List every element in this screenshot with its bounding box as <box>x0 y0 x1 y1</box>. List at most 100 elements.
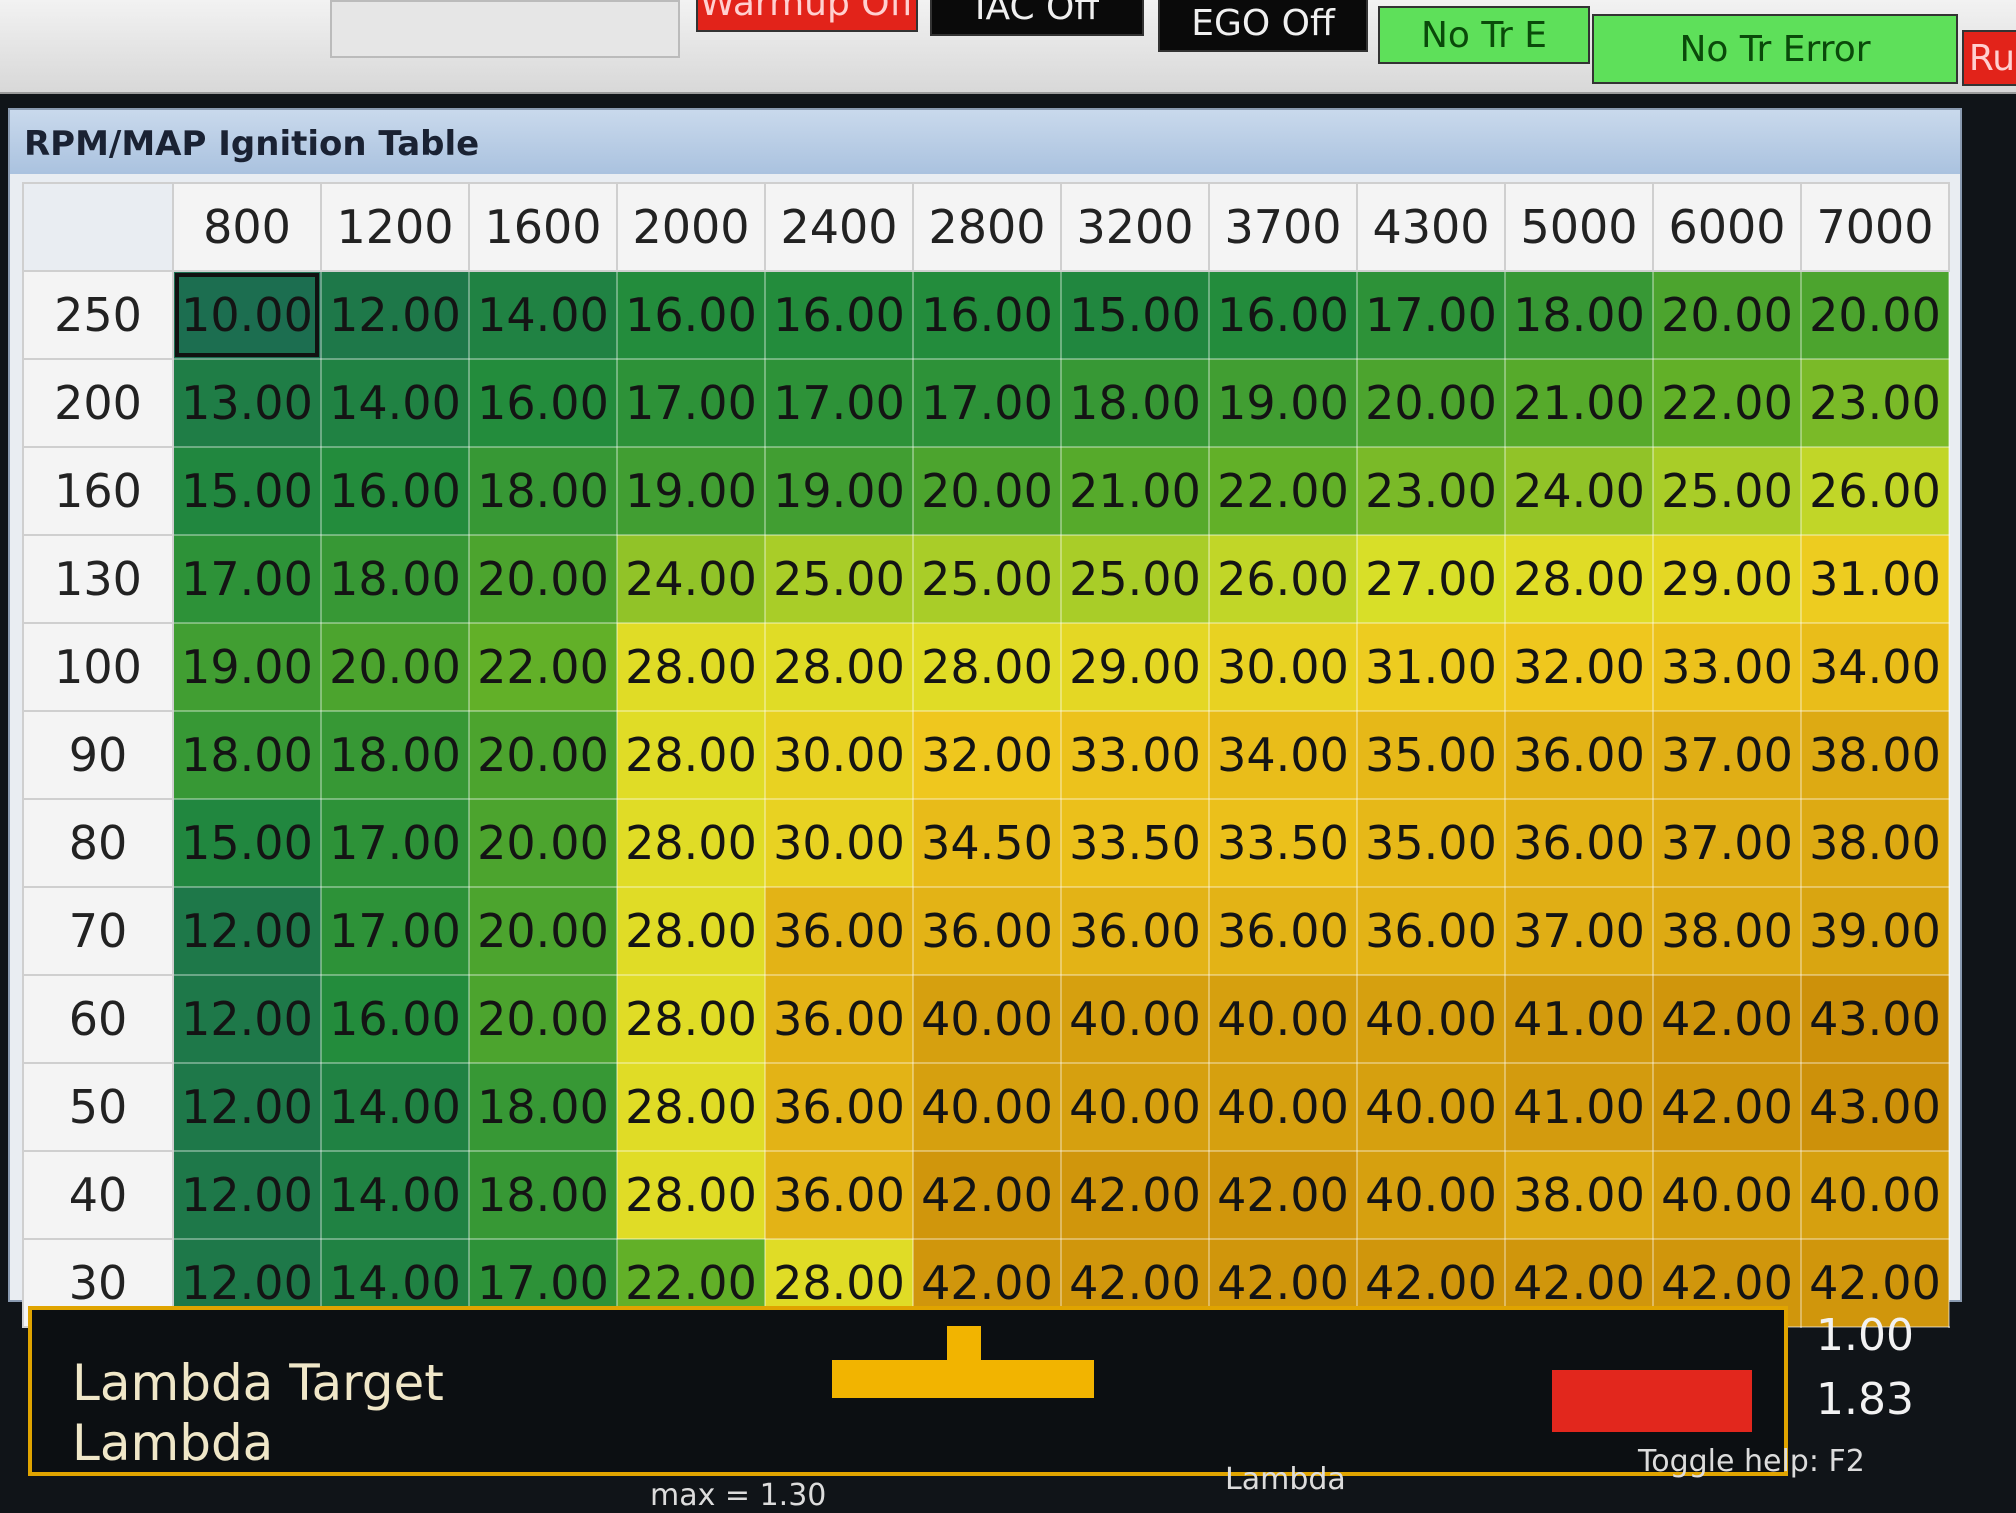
ignition-cell[interactable]: 36.00 <box>764 1062 914 1152</box>
ignition-cell[interactable]: 28.00 <box>616 886 766 976</box>
ignition-cell[interactable]: 28.00 <box>912 622 1062 712</box>
ignition-cell[interactable]: 24.00 <box>616 534 766 624</box>
ignition-cell[interactable]: 16.00 <box>468 358 618 448</box>
ignition-cell[interactable]: 12.00 <box>172 974 322 1064</box>
ignition-cell[interactable]: 18.00 <box>468 1150 618 1240</box>
ignition-cell[interactable]: 23.00 <box>1356 446 1506 536</box>
ignition-cell[interactable]: 15.00 <box>172 446 322 536</box>
ignition-cell[interactable]: 36.00 <box>1504 710 1654 800</box>
ignition-cell[interactable]: 25.00 <box>1652 446 1802 536</box>
ignition-cell[interactable]: 15.00 <box>1060 270 1210 360</box>
ignition-cell[interactable]: 40.00 <box>912 974 1062 1064</box>
ignition-cell[interactable]: 40.00 <box>1356 1150 1506 1240</box>
ignition-cell[interactable]: 18.00 <box>1060 358 1210 448</box>
ignition-cell[interactable]: 17.00 <box>320 798 470 888</box>
ignition-cell[interactable]: 35.00 <box>1356 710 1506 800</box>
ignition-cell[interactable]: 30.00 <box>764 710 914 800</box>
ignition-cell[interactable]: 28.00 <box>764 622 914 712</box>
ignition-cell[interactable]: 14.00 <box>320 358 470 448</box>
ignition-cell[interactable]: 26.00 <box>1208 534 1358 624</box>
ignition-cell[interactable]: 17.00 <box>912 358 1062 448</box>
ignition-cell[interactable]: 40.00 <box>1208 1062 1358 1152</box>
ignition-cell[interactable]: 25.00 <box>912 534 1062 624</box>
ignition-cell[interactable]: 42.00 <box>912 1150 1062 1240</box>
ignition-cell[interactable]: 39.00 <box>1800 886 1950 976</box>
ignition-cell[interactable]: 41.00 <box>1504 974 1654 1064</box>
ignition-cell[interactable]: 33.50 <box>1208 798 1358 888</box>
ignition-cell[interactable]: 22.00 <box>1208 446 1358 536</box>
ignition-cell[interactable]: 22.00 <box>468 622 618 712</box>
ignition-cell[interactable]: 20.00 <box>1652 270 1802 360</box>
ignition-cell[interactable]: 12.00 <box>172 886 322 976</box>
ignition-cell[interactable]: 34.50 <box>912 798 1062 888</box>
ignition-cell[interactable]: 14.00 <box>468 270 618 360</box>
ignition-cell[interactable]: 15.00 <box>172 798 322 888</box>
ignition-cell[interactable]: 12.00 <box>172 1062 322 1152</box>
ignition-cell[interactable]: 36.00 <box>764 886 914 976</box>
ignition-cell[interactable]: 17.00 <box>320 886 470 976</box>
ignition-cell[interactable]: 18.00 <box>1504 270 1654 360</box>
ignition-cell[interactable]: 17.00 <box>1356 270 1506 360</box>
ignition-cell[interactable]: 20.00 <box>912 446 1062 536</box>
ignition-cell[interactable]: 19.00 <box>616 446 766 536</box>
ignition-cell[interactable]: 14.00 <box>320 1150 470 1240</box>
ignition-cell[interactable]: 42.00 <box>1208 1150 1358 1240</box>
ignition-cell[interactable]: 17.00 <box>616 358 766 448</box>
ignition-cell[interactable]: 40.00 <box>1356 1062 1506 1152</box>
ignition-cell[interactable]: 20.00 <box>320 622 470 712</box>
ignition-cell[interactable]: 21.00 <box>1060 446 1210 536</box>
ignition-cell[interactable]: 38.00 <box>1800 710 1950 800</box>
ignition-cell[interactable]: 18.00 <box>468 446 618 536</box>
ignition-cell[interactable]: 36.00 <box>1060 886 1210 976</box>
ignition-cell[interactable]: 23.00 <box>1800 358 1950 448</box>
ignition-cell[interactable]: 40.00 <box>1060 974 1210 1064</box>
ignition-cell[interactable]: 18.00 <box>172 710 322 800</box>
ignition-cell[interactable]: 38.00 <box>1800 798 1950 888</box>
ignition-cell[interactable]: 36.00 <box>1208 886 1358 976</box>
ignition-cell[interactable]: 30.00 <box>1208 622 1358 712</box>
ignition-cell[interactable]: 16.00 <box>912 270 1062 360</box>
ignition-cell[interactable]: 36.00 <box>1504 798 1654 888</box>
ignition-cell[interactable]: 17.00 <box>172 534 322 624</box>
ignition-cell[interactable]: 36.00 <box>764 1150 914 1240</box>
ignition-cell[interactable]: 40.00 <box>1208 974 1358 1064</box>
ignition-cell[interactable]: 40.00 <box>1356 974 1506 1064</box>
ignition-cell[interactable]: 36.00 <box>912 886 1062 976</box>
ignition-cell[interactable]: 19.00 <box>1208 358 1358 448</box>
ignition-cell[interactable]: 10.00 <box>172 270 322 360</box>
ignition-cell[interactable]: 40.00 <box>1060 1062 1210 1152</box>
ignition-cell[interactable]: 29.00 <box>1060 622 1210 712</box>
ignition-cell[interactable]: 37.00 <box>1652 710 1802 800</box>
ignition-cell[interactable]: 28.00 <box>616 710 766 800</box>
ignition-cell[interactable]: 13.00 <box>172 358 322 448</box>
ignition-cell[interactable]: 33.00 <box>1652 622 1802 712</box>
ignition-cell[interactable]: 34.00 <box>1208 710 1358 800</box>
ignition-cell[interactable]: 29.00 <box>1652 534 1802 624</box>
ignition-cell[interactable]: 20.00 <box>468 534 618 624</box>
ignition-cell[interactable]: 16.00 <box>320 974 470 1064</box>
ignition-cell[interactable]: 43.00 <box>1800 1062 1950 1152</box>
ignition-cell[interactable]: 33.00 <box>1060 710 1210 800</box>
ignition-cell[interactable]: 37.00 <box>1504 886 1654 976</box>
ignition-cell[interactable]: 28.00 <box>616 974 766 1064</box>
ignition-cell[interactable]: 28.00 <box>616 1150 766 1240</box>
ignition-cell[interactable]: 20.00 <box>468 974 618 1064</box>
ignition-cell[interactable]: 32.00 <box>912 710 1062 800</box>
ignition-cell[interactable]: 41.00 <box>1504 1062 1654 1152</box>
ignition-cell[interactable]: 32.00 <box>1504 622 1654 712</box>
ignition-cell[interactable]: 18.00 <box>468 1062 618 1152</box>
ignition-cell[interactable]: 18.00 <box>320 710 470 800</box>
ignition-cell[interactable]: 31.00 <box>1356 622 1506 712</box>
ignition-cell[interactable]: 20.00 <box>1356 358 1506 448</box>
ignition-cell[interactable]: 40.00 <box>1652 1150 1802 1240</box>
ignition-cell[interactable]: 17.00 <box>764 358 914 448</box>
ignition-cell[interactable]: 28.00 <box>616 622 766 712</box>
ignition-cell[interactable]: 33.50 <box>1060 798 1210 888</box>
ignition-cell[interactable]: 19.00 <box>764 446 914 536</box>
ignition-cell[interactable]: 30.00 <box>764 798 914 888</box>
ignition-cell[interactable]: 36.00 <box>764 974 914 1064</box>
ignition-cell[interactable]: 14.00 <box>320 1062 470 1152</box>
ignition-cell[interactable]: 34.00 <box>1800 622 1950 712</box>
ignition-cell[interactable]: 24.00 <box>1504 446 1654 536</box>
ignition-cell[interactable]: 36.00 <box>1356 886 1506 976</box>
